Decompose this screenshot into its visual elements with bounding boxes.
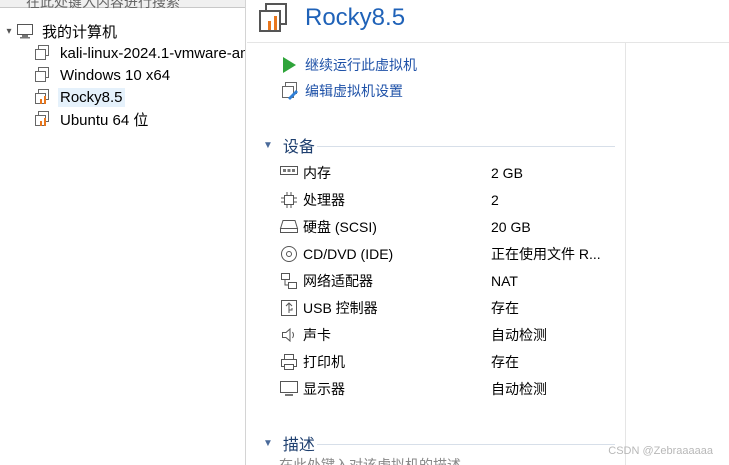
device-name: USB 控制器	[303, 300, 378, 316]
device-name: 内存	[303, 165, 331, 181]
vm-icon	[34, 44, 52, 62]
watermark: CSDN @Zebraaaaaa	[608, 445, 713, 457]
network-adapter-icon	[279, 272, 299, 290]
tree-item-my-computer[interactable]: ▾ 我的计算机	[2, 20, 119, 42]
description-text[interactable]: 在此处键入对该虚拟机的描述。	[279, 455, 475, 465]
sound-card-icon	[279, 326, 299, 344]
device-name: 打印机	[303, 354, 345, 370]
tree-item-label: Ubuntu 64 位	[60, 111, 149, 129]
device-name: 处理器	[303, 192, 345, 208]
memory-icon	[279, 164, 299, 182]
device-row-printer[interactable]: 打印机 存在	[279, 351, 619, 373]
hard-disk-icon	[279, 218, 299, 236]
tree-item-kali-linux[interactable]: kali-linux-2024.1-vmware-amd64	[34, 42, 245, 64]
tree-item-label: Windows 10 x64	[60, 66, 171, 84]
power-on-vm-button[interactable]: 继续运行此虚拟机	[281, 54, 417, 76]
device-name: CD/DVD (IDE)	[303, 246, 394, 262]
device-row-sound-card[interactable]: 声卡 自动检测	[279, 324, 619, 346]
vm-running-icon	[34, 110, 52, 128]
collapse-triangle-icon: ▼	[263, 437, 273, 449]
device-row-memory[interactable]: 内存 2 GB	[279, 162, 619, 184]
device-value: NAT	[491, 273, 518, 289]
device-row-hard-disk[interactable]: 硬盘 (SCSI) 20 GB	[279, 216, 619, 238]
device-row-cd-dvd[interactable]: CD/DVD (IDE) 正在使用文件 R...	[279, 243, 619, 265]
device-row-display[interactable]: 显示器 自动检测	[279, 378, 619, 400]
device-value: 2	[491, 192, 499, 208]
tree-item-rocky[interactable]: Rocky8.5	[34, 86, 125, 108]
devices-section-header[interactable]: ▼ 设备	[263, 134, 315, 156]
device-row-network-adapter[interactable]: 网络适配器 NAT	[279, 270, 619, 292]
play-icon	[281, 56, 299, 74]
device-name: 显示器	[303, 381, 345, 397]
device-name: 网络适配器	[303, 273, 373, 289]
library-panel: 在此处键入内容进行搜索 ▾ 我的计算机 kali-linux-2024.1-vm…	[0, 0, 246, 465]
collapse-triangle-icon: ▼	[263, 139, 273, 151]
edit-settings-icon	[281, 82, 299, 100]
column-divider	[625, 43, 626, 465]
vm-icon	[34, 66, 52, 84]
tree-item-label: kali-linux-2024.1-vmware-amd64	[60, 44, 245, 62]
vm-running-icon	[34, 88, 52, 106]
library-search-bar[interactable]: 在此处键入内容进行搜索	[0, 0, 245, 10]
cd-dvd-icon	[279, 245, 299, 263]
tree-item-label: Rocky8.5	[58, 87, 125, 107]
device-value: 自动检测	[491, 327, 547, 343]
section-divider	[317, 146, 615, 147]
tree-item-windows-10[interactable]: Windows 10 x64	[34, 64, 172, 86]
device-value: 正在使用文件 R...	[491, 246, 601, 262]
library-search-placeholder: 在此处键入内容进行搜索	[26, 0, 180, 10]
header-divider	[247, 42, 729, 43]
display-icon	[279, 380, 299, 398]
section-title: 设备	[282, 139, 315, 156]
vm-summary-panel: Rocky8.5 继续运行此虚拟机 编辑虚拟机设置 ▼ 设备 内存 2 GB 处…	[247, 0, 729, 465]
device-value: 20 GB	[491, 219, 531, 235]
edit-vm-settings-button[interactable]: 编辑虚拟机设置	[281, 80, 403, 102]
device-row-processor[interactable]: 处理器 2	[279, 189, 619, 211]
description-section-header[interactable]: ▼ 描述	[263, 432, 315, 454]
section-divider	[317, 444, 615, 445]
device-value: 存在	[491, 300, 519, 316]
action-label: 编辑虚拟机设置	[305, 83, 403, 99]
device-row-usb-controller[interactable]: USB 控制器 存在	[279, 297, 619, 319]
tree-item-label: 我的计算机	[42, 23, 118, 41]
vm-title: Rocky8.5	[305, 4, 406, 31]
vm-running-icon	[257, 1, 291, 35]
computer-icon	[16, 22, 34, 40]
action-label: 继续运行此虚拟机	[305, 57, 417, 73]
device-value: 自动检测	[491, 381, 547, 397]
device-name: 硬盘 (SCSI)	[303, 219, 377, 235]
device-value: 存在	[491, 354, 519, 370]
cpu-icon	[279, 191, 299, 209]
device-value: 2 GB	[491, 165, 523, 181]
printer-icon	[279, 353, 299, 371]
collapse-toggle-icon[interactable]: ▾	[2, 26, 16, 37]
usb-icon	[279, 299, 299, 317]
section-title: 描述	[282, 437, 315, 454]
tree-item-ubuntu[interactable]: Ubuntu 64 位	[34, 108, 150, 130]
device-name: 声卡	[303, 327, 331, 343]
vm-header: Rocky8.5	[257, 0, 405, 36]
